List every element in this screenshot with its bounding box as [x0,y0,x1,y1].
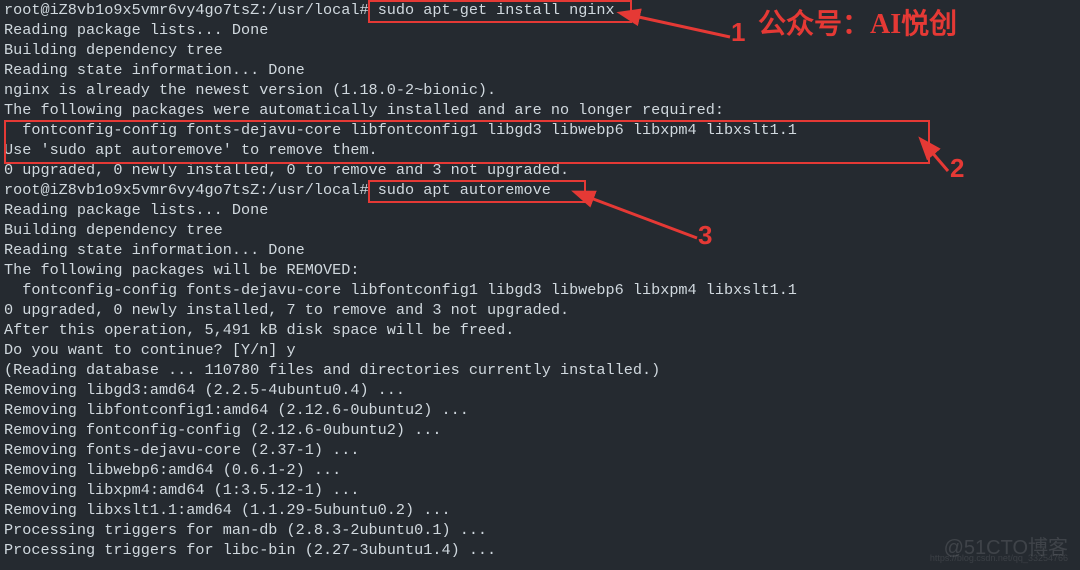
shell-prompt: root@iZ8vb1o9x5vmr6vy4go7tsZ:/usr/local# [4,1,378,19]
terminal-line: Building dependency tree [4,40,1080,60]
terminal-line: Removing libxslt1.1:amd64 (1.1.29-5ubunt… [4,500,1080,520]
annotation-number-2: 2 [950,158,964,178]
terminal-line: Reading state information... Done [4,240,1080,260]
terminal-line: fontconfig-config fonts-dejavu-core libf… [4,120,1080,140]
annotation-label-top: 公众号：AI悦创 [758,15,957,35]
terminal-line: Processing triggers for libc-bin (2.27-3… [4,540,1080,560]
terminal-line: Removing fontconfig-config (2.12.6-0ubun… [4,420,1080,440]
terminal-line: The following packages will be REMOVED: [4,260,1080,280]
terminal-line: 0 upgraded, 0 newly installed, 7 to remo… [4,300,1080,320]
terminal-line: Processing triggers for man-db (2.8.3-2u… [4,520,1080,540]
terminal-line: (Reading database ... 110780 files and d… [4,360,1080,380]
terminal-line: Use 'sudo apt autoremove' to remove them… [4,140,1080,160]
shell-command: sudo apt-get install nginx [378,1,615,19]
terminal-line: Do you want to continue? [Y/n] y [4,340,1080,360]
terminal-line: After this operation, 5,491 kB disk spac… [4,320,1080,340]
terminal-line: Removing libwebp6:amd64 (0.6.1-2) ... [4,460,1080,480]
shell-prompt: root@iZ8vb1o9x5vmr6vy4go7tsZ:/usr/local# [4,181,378,199]
terminal-line: Removing libxpm4:amd64 (1:3.5.12-1) ... [4,480,1080,500]
terminal-line: Removing libfontconfig1:amd64 (2.12.6-0u… [4,400,1080,420]
terminal-line: 0 upgraded, 0 newly installed, 0 to remo… [4,160,1080,180]
terminal-line: The following packages were automaticall… [4,100,1080,120]
terminal-line: Building dependency tree [4,220,1080,240]
terminal-line: fontconfig-config fonts-dejavu-core libf… [4,280,1080,300]
terminal-line: Reading state information... Done [4,60,1080,80]
shell-command: sudo apt autoremove [378,181,551,199]
terminal-line: nginx is already the newest version (1.1… [4,80,1080,100]
annotation-number-1: 1 [731,22,745,42]
terminal-line: Reading package lists... Done [4,200,1080,220]
terminal-output[interactable]: root@iZ8vb1o9x5vmr6vy4go7tsZ:/usr/local#… [0,0,1080,560]
terminal-line: Removing fonts-dejavu-core (2.37-1) ... [4,440,1080,460]
terminal-line: Removing libgd3:amd64 (2.2.5-4ubuntu0.4)… [4,380,1080,400]
terminal-line: root@iZ8vb1o9x5vmr6vy4go7tsZ:/usr/local#… [4,180,1080,200]
annotation-number-3: 3 [698,225,712,245]
